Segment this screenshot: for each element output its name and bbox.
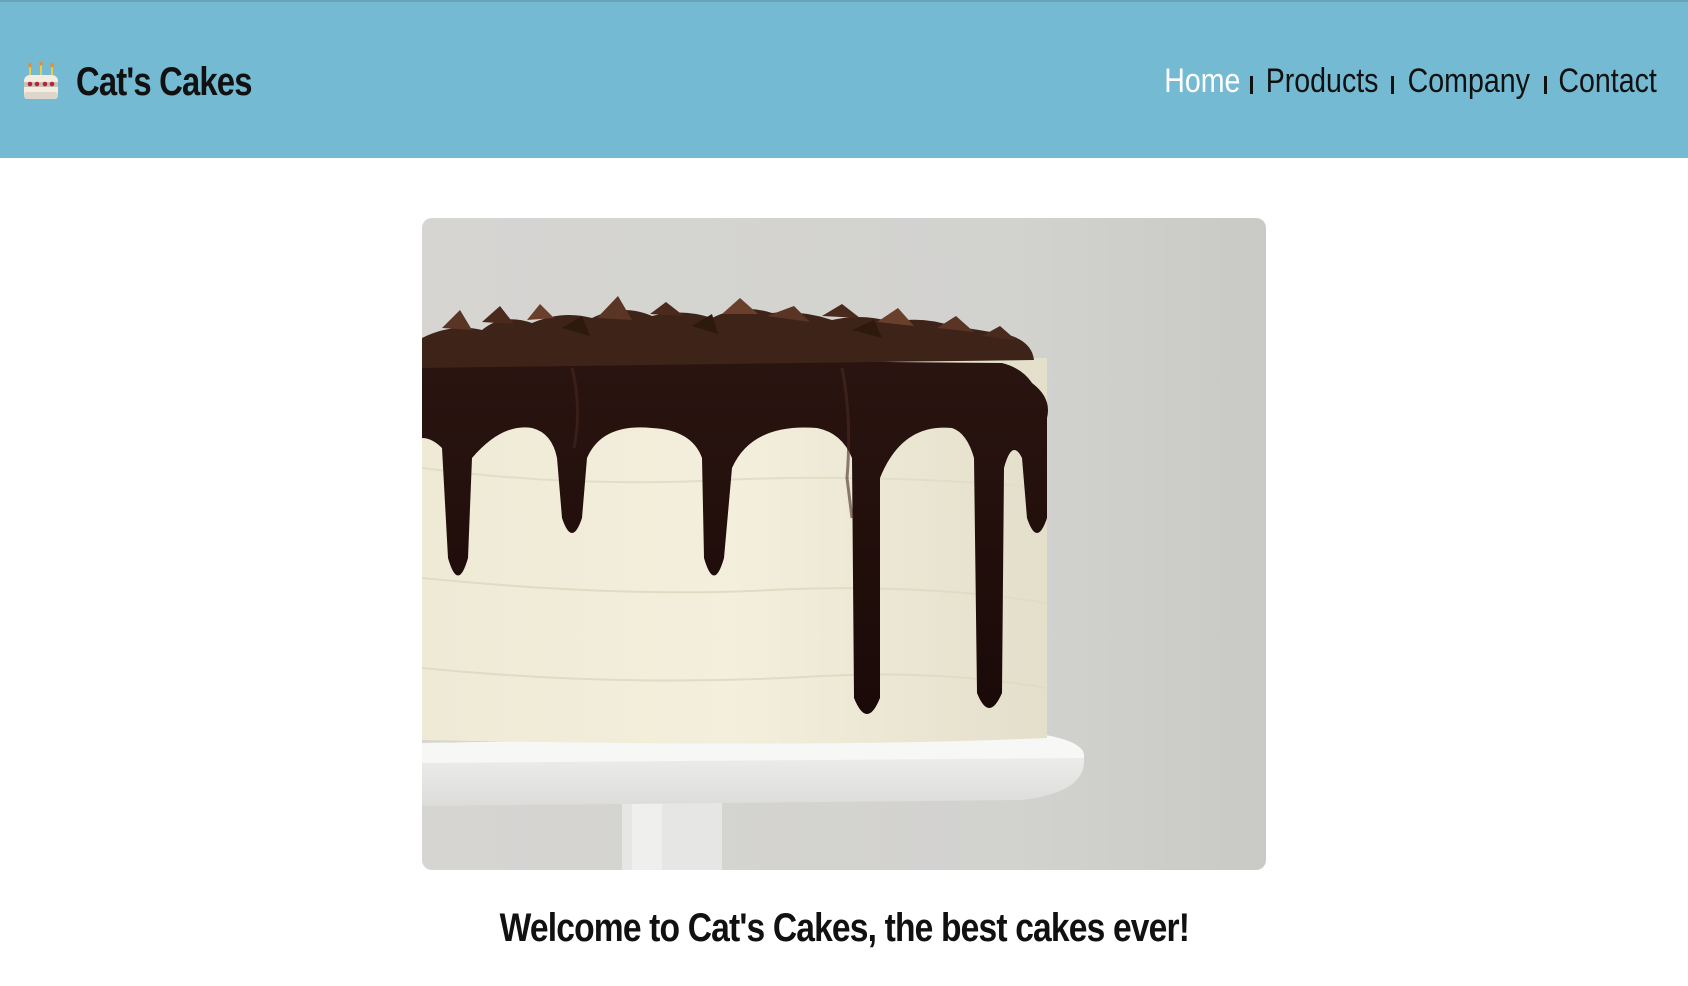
- nav-separator: [1250, 76, 1254, 94]
- nav-company[interactable]: Company: [1408, 64, 1530, 98]
- hero-image: [422, 218, 1266, 870]
- brand-link[interactable]: Cat's Cakes: [22, 62, 290, 102]
- nav-separator: [1391, 76, 1395, 94]
- nav-home[interactable]: Home: [1165, 64, 1241, 98]
- chocolate-drip-cake-photo: [422, 218, 1266, 870]
- welcome-heading: Welcome to Cat's Cakes, the best cakes e…: [499, 906, 1189, 950]
- birthday-cake-icon: [24, 62, 58, 99]
- nav-products[interactable]: Products: [1266, 64, 1379, 98]
- nav-separator: [1543, 76, 1547, 94]
- site-header: Cat's Cakes Home Products Company Contac…: [0, 2, 1688, 158]
- brand-name: Cat's Cakes: [76, 60, 252, 104]
- main-nav: Home Products Company Contact: [1157, 64, 1666, 98]
- nav-contact[interactable]: Contact: [1558, 64, 1656, 98]
